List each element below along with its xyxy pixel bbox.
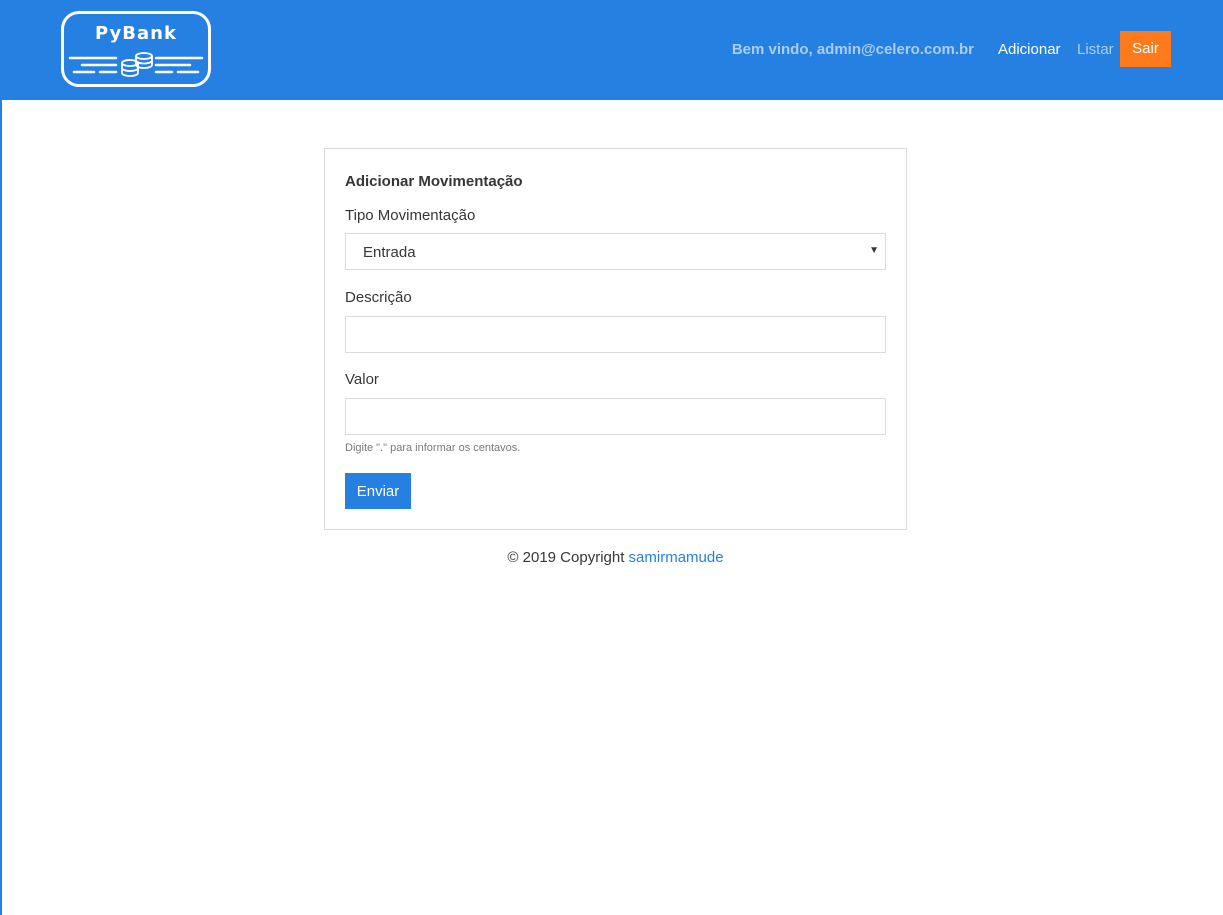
footer: © 2019 Copyright samirmamude [324,549,907,566]
value-label: Valor [345,371,379,388]
form-title: Adicionar Movimentação [345,173,523,190]
author-link[interactable]: samirmamude [629,549,724,566]
type-select-value: Entrada [363,244,416,261]
type-label: Tipo Movimentação [345,207,476,224]
description-input[interactable] [345,316,886,353]
submit-button[interactable]: Enviar [345,473,411,509]
value-input[interactable] [345,398,886,435]
add-transaction-form: Adicionar Movimentação Tipo Movimentação… [324,148,907,530]
nav-list-link[interactable]: Listar [1077,41,1114,58]
page: PyBank Bem vindo, admin@celero.com.br Ad… [0,0,1223,915]
description-label: Descrição [345,289,412,306]
coins-icon [68,52,204,77]
logo[interactable]: PyBank [61,11,211,87]
dropdown-arrow-icon: ▼ [869,245,879,256]
welcome-text: Bem vindo, admin@celero.com.br [731,41,974,58]
logout-button[interactable]: Sair [1120,31,1171,67]
navbar: PyBank Bem vindo, admin@celero.com.br Ad… [2,0,1223,100]
copyright-text: © 2019 Copyright [507,549,625,566]
type-select[interactable]: Entrada ▼ [345,233,886,270]
logo-text: PyBank [95,23,177,44]
nav-add-link[interactable]: Adicionar [998,41,1061,58]
value-help-text: Digite "." para informar os centavos. [345,442,521,454]
